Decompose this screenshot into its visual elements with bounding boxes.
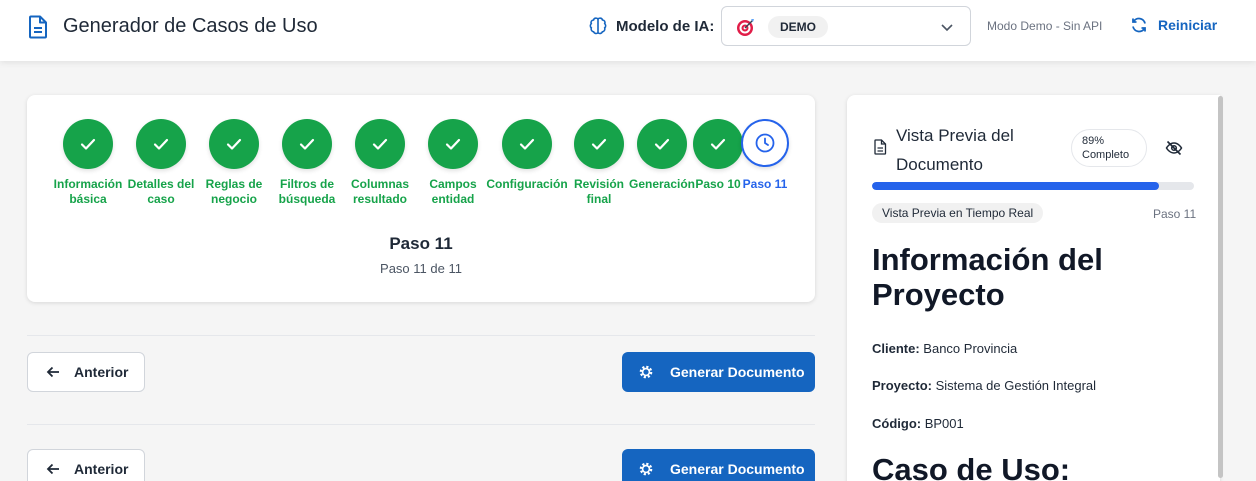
step-completed[interactable]	[355, 119, 405, 169]
generate-document-button[interactable]: Generar Documento	[622, 449, 815, 481]
preview-field-code: Código: BP001	[872, 416, 964, 431]
app-title: Generador de Casos de Uso	[63, 15, 318, 37]
step-completed[interactable]	[136, 119, 186, 169]
completion-badge: 89% Completo	[1071, 129, 1147, 167]
previous-label: Anterior	[74, 461, 129, 477]
step-label: Configuración	[486, 177, 568, 191]
stepper-card: Información básica Detalles del caso Regla…	[27, 95, 815, 302]
model-select[interactable]: DEMO	[721, 6, 971, 46]
check-icon	[519, 138, 535, 150]
eye-off-icon[interactable]	[1165, 139, 1183, 157]
arrow-left-icon	[46, 463, 59, 475]
step-label: Revisión final	[573, 177, 625, 206]
step-label: Detalles del caso	[127, 177, 195, 206]
step-completed[interactable]	[637, 119, 687, 169]
step-label: Reglas de negocio	[205, 177, 263, 206]
field-value: Sistema de Gestión Integral	[935, 378, 1097, 393]
check-icon	[710, 138, 726, 150]
step-label: Paso 10	[695, 177, 741, 191]
check-icon	[654, 138, 670, 150]
model-label-group: Modelo de IA:	[588, 16, 714, 36]
step-label: Columnas resultado	[350, 177, 410, 206]
generate-label: Generar Documento	[670, 461, 805, 477]
step-completed[interactable]	[63, 119, 113, 169]
generate-label: Generar Documento	[670, 364, 805, 380]
scrollbar[interactable]	[1218, 96, 1223, 478]
preview-heading: Información del Proyecto	[872, 242, 1103, 312]
preview-title: Vista Previa del Documento	[896, 126, 1014, 174]
document-icon	[29, 15, 47, 39]
step-current[interactable]	[741, 119, 789, 167]
model-label: Modelo de IA:	[616, 17, 715, 35]
mode-text: Modo Demo - Sin API	[987, 19, 1103, 33]
field-key: Código:	[872, 416, 922, 431]
check-icon	[591, 138, 607, 150]
restart-button[interactable]: Reiniciar	[1130, 16, 1217, 34]
field-value: Banco Provincia	[923, 341, 1018, 356]
check-icon	[153, 138, 169, 150]
preview-field-client: Cliente: Banco Provincia	[872, 341, 1017, 356]
previous-button[interactable]: Anterior	[27, 449, 145, 481]
step-completed[interactable]	[502, 119, 552, 169]
brain-icon	[589, 17, 607, 35]
check-icon	[80, 138, 96, 150]
completion-label: Completo	[1082, 149, 1130, 161]
previous-button[interactable]: Anterior	[27, 352, 145, 392]
preview-heading-2: Caso de Uso:	[872, 452, 1071, 481]
divider	[27, 424, 815, 425]
previous-label: Anterior	[74, 364, 129, 380]
chevron-down-icon	[941, 24, 953, 32]
gear-icon	[639, 462, 653, 476]
progress-bar-fill	[872, 182, 1159, 190]
restart-label: Reiniciar	[1158, 17, 1218, 33]
step-label: Generación	[628, 177, 696, 191]
field-value: BP001	[924, 416, 964, 431]
gear-icon	[639, 365, 653, 379]
divider	[27, 335, 815, 336]
check-icon	[226, 138, 242, 150]
target-icon	[737, 19, 754, 36]
step-completed[interactable]	[693, 119, 743, 169]
check-icon	[372, 138, 388, 150]
arrow-left-icon	[46, 366, 59, 378]
preview-field-project: Proyecto: Sistema de Gestión Integral	[872, 378, 1096, 393]
refresh-icon	[1132, 17, 1146, 33]
step-label: Filtros de búsqueda	[278, 177, 336, 206]
check-icon	[445, 138, 461, 150]
progress-bar	[872, 182, 1194, 190]
realtime-chip: Vista Previa en Tiempo Real	[872, 203, 1044, 223]
clock-icon	[755, 133, 775, 153]
current-step-subtitle: Paso 11 de 11	[380, 261, 462, 276]
field-key: Proyecto:	[872, 378, 932, 393]
step-label: Información básica	[53, 177, 123, 206]
step-completed[interactable]	[428, 119, 478, 169]
model-badge: DEMO	[768, 16, 828, 38]
step-completed[interactable]	[209, 119, 259, 169]
step-completed[interactable]	[574, 119, 624, 169]
step-label: Campos entidad	[429, 177, 477, 206]
preview-step: Paso 11	[1153, 207, 1197, 221]
document-icon	[874, 139, 887, 155]
generate-document-button[interactable]: Generar Documento	[622, 352, 815, 392]
completion-percent: 89%	[1082, 135, 1105, 147]
preview-panel: Vista Previa del Documento 89% Completo …	[847, 95, 1220, 481]
check-icon	[299, 138, 315, 150]
step-completed[interactable]	[282, 119, 332, 169]
step-label: Paso 11	[742, 177, 788, 191]
top-bar: Generador de Casos de Uso Modelo de IA: …	[0, 0, 1256, 61]
current-step-title: Paso 11	[389, 234, 453, 253]
field-key: Cliente:	[872, 341, 920, 356]
